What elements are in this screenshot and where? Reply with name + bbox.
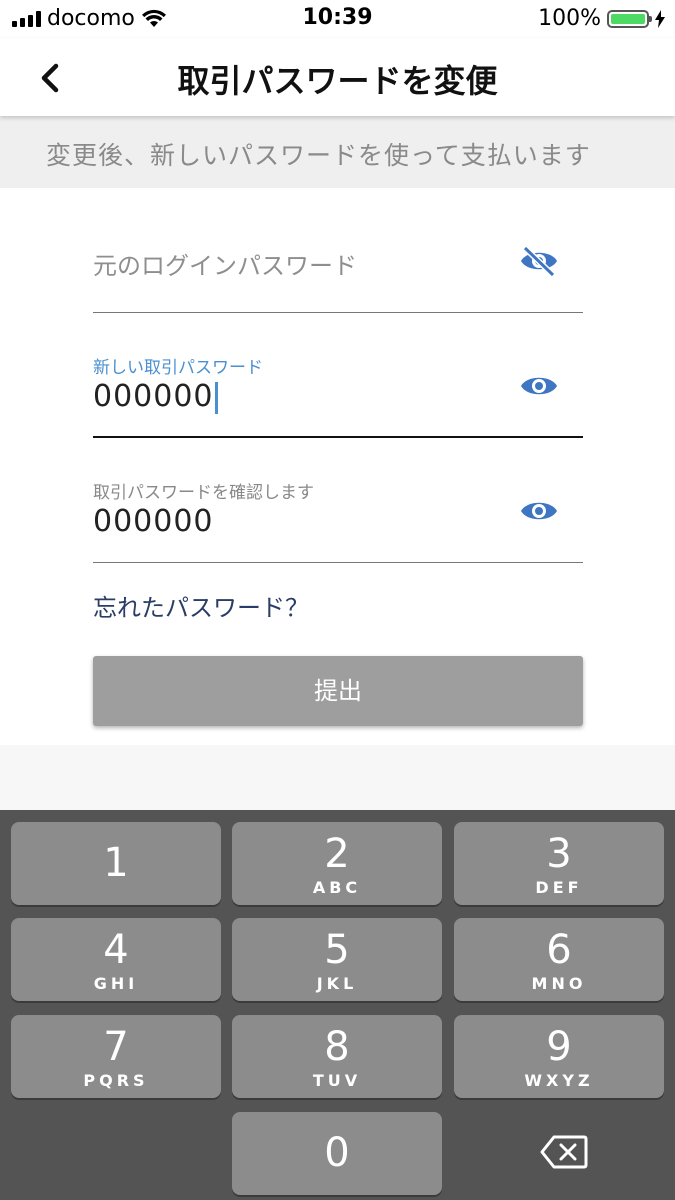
key-2[interactable]: 2 ABC bbox=[232, 822, 442, 905]
key-8[interactable]: 8 TUV bbox=[232, 1015, 442, 1098]
eye-icon[interactable] bbox=[519, 371, 559, 401]
key-5[interactable]: 5 JKL bbox=[232, 918, 442, 1001]
battery-percent: 100% bbox=[538, 6, 601, 31]
eye-off-icon[interactable] bbox=[519, 245, 559, 278]
key-digit: 4 bbox=[103, 927, 129, 973]
status-right: 100% bbox=[538, 6, 665, 31]
key-digit: 9 bbox=[546, 1024, 572, 1070]
key-6[interactable]: 6 MNO bbox=[454, 918, 664, 1001]
key-letters: DEF bbox=[535, 878, 583, 897]
key-digit: 1 bbox=[103, 840, 129, 886]
new-password-label: 新しい取引パスワード bbox=[93, 358, 263, 378]
key-digit: 5 bbox=[324, 927, 350, 973]
key-digit: 8 bbox=[324, 1024, 350, 1070]
key-7[interactable]: 7 PQRS bbox=[11, 1015, 221, 1098]
key-1[interactable]: 1 bbox=[11, 822, 221, 905]
key-9[interactable]: 9 WXYZ bbox=[454, 1015, 664, 1098]
text-caret bbox=[214, 381, 218, 414]
confirm-password-underline bbox=[93, 562, 583, 563]
key-letters: TUV bbox=[312, 1071, 362, 1090]
key-letters: JKL bbox=[316, 974, 358, 993]
key-digit: 2 bbox=[324, 831, 350, 877]
key-letters: MNO bbox=[531, 974, 587, 993]
confirm-password-input[interactable]: 000000 bbox=[93, 504, 214, 539]
submit-button[interactable]: 提出 bbox=[93, 656, 583, 726]
key-letters: WXYZ bbox=[524, 1071, 594, 1090]
backspace-icon bbox=[540, 1135, 588, 1169]
key-letters: ABC bbox=[312, 878, 362, 897]
key-digit: 0 bbox=[324, 1130, 350, 1176]
eye-icon[interactable] bbox=[519, 496, 559, 526]
key-digit: 7 bbox=[103, 1024, 129, 1070]
spacer bbox=[0, 745, 675, 810]
key-3[interactable]: 3 DEF bbox=[454, 822, 664, 905]
new-password-field[interactable]: 新しい取引パスワード 000000 bbox=[93, 313, 583, 438]
key-letters: GHI bbox=[93, 974, 139, 993]
old-password-field[interactable]: 元のログインパスワード bbox=[93, 188, 583, 313]
battery-icon bbox=[607, 9, 652, 28]
confirm-password-label: 取引パスワードを確認します bbox=[93, 483, 314, 503]
charging-bolt-icon bbox=[655, 9, 665, 28]
new-password-value: 000000 bbox=[93, 379, 214, 414]
confirm-password-field[interactable]: 取引パスワードを確認します 000000 bbox=[93, 438, 583, 563]
delete-key[interactable] bbox=[540, 1135, 588, 1169]
status-bar: docomo 10:39 100% bbox=[0, 0, 675, 38]
page-title: 取引パスワードを変便 bbox=[177, 62, 498, 100]
key-4[interactable]: 4 GHI bbox=[11, 918, 221, 1001]
old-password-placeholder: 元のログインパスワード bbox=[93, 252, 357, 280]
banner-text: 変更後、新しいパスワードを使って支払います bbox=[46, 141, 591, 170]
password-form: 元のログインパスワード 新しい取引パスワード 000000 取引パスワードを確認… bbox=[0, 188, 675, 745]
nav-bar: 取引パスワードを変便 bbox=[0, 38, 675, 116]
forgot-password-link[interactable]: 忘れたパスワード？ bbox=[93, 588, 309, 623]
key-letters: PQRS bbox=[83, 1071, 149, 1090]
key-digit: 6 bbox=[546, 927, 572, 973]
info-banner: 変更後、新しいパスワードを使って支払います bbox=[0, 116, 675, 188]
key-digit: 3 bbox=[546, 831, 572, 877]
new-password-input[interactable]: 000000 bbox=[93, 379, 218, 414]
numeric-keypad: 1 2 ABC 3 DEF 4 GHI 5 JKL 6 MNO 7 PQRS 8… bbox=[0, 810, 675, 1200]
key-0[interactable]: 0 bbox=[232, 1112, 442, 1195]
